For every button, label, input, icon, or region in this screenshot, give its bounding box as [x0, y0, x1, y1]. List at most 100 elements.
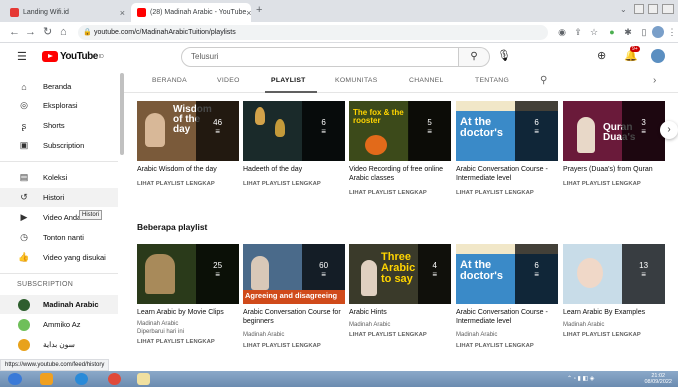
- view-full-playlist-link[interactable]: LIHAT PLAYLIST LENGKAP: [243, 181, 321, 187]
- channel-name[interactable]: Madinah Arabic: [456, 331, 497, 339]
- minimize-button[interactable]: [634, 4, 644, 14]
- channel-name[interactable]: Madinah Arabic: [243, 331, 284, 339]
- playlist-thumbnail[interactable]: Agreeing and disagreeing 60 ≡: [243, 244, 345, 304]
- video-count: 6: [534, 118, 539, 127]
- sidebar-item-subscription[interactable]: ▣ Subscription: [0, 136, 118, 155]
- sidepanel-icon[interactable]: ▯: [638, 26, 650, 38]
- view-full-playlist-link[interactable]: LIHAT PLAYLIST LENGKAP: [563, 181, 641, 187]
- tab-beranda[interactable]: BERANDA: [152, 77, 187, 84]
- sidebar-item-koleksi[interactable]: ▤ Koleksi: [0, 168, 118, 187]
- sidebar-item-beranda[interactable]: ⌂ Beranda: [0, 77, 118, 96]
- start-button-icon[interactable]: [8, 373, 22, 385]
- playlist-count-overlay: 4 ≡: [418, 244, 451, 304]
- bookmark-star-icon[interactable]: ☆: [588, 26, 600, 38]
- playlist-title[interactable]: Arabic Wisdom of the day: [137, 165, 241, 174]
- tab-video[interactable]: VIDEO: [217, 77, 240, 84]
- profile-avatar[interactable]: [652, 26, 664, 38]
- new-tab-button[interactable]: +: [256, 4, 262, 16]
- playlist-title-line2[interactable]: beginners: [243, 317, 349, 326]
- view-full-playlist-link[interactable]: LIHAT PLAYLIST LENGKAP: [563, 332, 641, 338]
- subscription-item-ammiko[interactable]: Ammiko Az: [0, 315, 118, 334]
- playlist-thumbnail[interactable]: Three Arabic to say 4 ≡: [349, 244, 451, 304]
- sidebar-item-tonton-nanti[interactable]: ◷ Tonton nanti: [0, 228, 118, 247]
- subscription-item-madinah-arabic[interactable]: Madinah Arabic: [0, 295, 118, 314]
- playlist-thumbnail[interactable]: The fox & the rooster 5 ≡: [349, 101, 451, 161]
- app-icon[interactable]: [137, 373, 150, 385]
- tab-search-icon[interactable]: ⌄: [620, 5, 627, 14]
- reload-icon[interactable]: ↻: [43, 25, 52, 40]
- file-explorer-icon[interactable]: [40, 373, 53, 385]
- search-input[interactable]: Telusuri: [181, 47, 459, 67]
- google-lens-icon[interactable]: ◉: [556, 26, 568, 38]
- playlist-title-line2[interactable]: Arabic classes: [349, 174, 455, 183]
- forward-arrow-icon[interactable]: →: [25, 25, 36, 40]
- tab-komunitas[interactable]: KOMUNITAS: [335, 77, 378, 84]
- view-full-playlist-link[interactable]: LIHAT PLAYLIST LENGKAP: [456, 343, 534, 349]
- playlist-title[interactable]: Arabic Conversation Course for: [243, 308, 349, 317]
- internet-explorer-icon[interactable]: [75, 373, 88, 385]
- subscription-item-arabic[interactable]: ﺳﻮﻥ ﺑﺪﺍﻳﺔ: [0, 335, 118, 354]
- browser-tab-youtube[interactable]: (28) Madinah Arabic - YouTube ×: [131, 3, 251, 22]
- playlist-thumbnail[interactable]: 6 ≡: [243, 101, 345, 161]
- playlist-thumbnail[interactable]: At the doctor's 6 ≡: [456, 244, 558, 304]
- playlist-title-line2[interactable]: Intermediate level: [456, 174, 562, 183]
- playlist-title[interactable]: Arabic Conversation Course -: [456, 165, 562, 174]
- tab-playlist[interactable]: PLAYLIST: [271, 77, 306, 84]
- child-image: [577, 258, 603, 288]
- channel-name[interactable]: Madinah Arabic: [349, 321, 390, 329]
- playlist-title[interactable]: Prayers (Duaa's) from Quran: [563, 165, 669, 174]
- extension-icon[interactable]: ●: [606, 26, 618, 38]
- channel-name[interactable]: Madinah Arabic: [563, 321, 604, 329]
- sidebar-item-histori[interactable]: ↺ Histori: [0, 188, 118, 207]
- close-tab-icon[interactable]: ×: [246, 8, 251, 18]
- sidebar-item-shorts[interactable]: ʂ Shorts: [0, 116, 118, 135]
- view-full-playlist-link[interactable]: LIHAT PLAYLIST LENGKAP: [349, 332, 427, 338]
- playlist-thumbnail[interactable]: Quran Duaa's 3 ≡: [563, 101, 665, 161]
- maximize-button[interactable]: [648, 4, 658, 14]
- browser-menu-icon[interactable]: ⋮: [666, 26, 678, 38]
- playlist-thumbnail[interactable]: Wisdom of the day 46 ≡: [137, 101, 239, 161]
- youtube-logo[interactable]: YouTube ID: [42, 51, 104, 62]
- close-window-button[interactable]: [662, 4, 674, 14]
- view-full-playlist-link[interactable]: LIHAT PLAYLIST LENGKAP: [243, 343, 321, 349]
- taskbar-clock[interactable]: 21:02 08/09/2022: [644, 373, 672, 385]
- playlist-title[interactable]: Hadeeth of the day: [243, 165, 347, 174]
- back-arrow-icon[interactable]: ←: [9, 25, 20, 40]
- playlist-title-line2[interactable]: Intermediate level: [456, 317, 562, 326]
- hamburger-menu-icon[interactable]: ☰: [17, 50, 27, 63]
- search-button[interactable]: ⚲: [459, 47, 490, 67]
- playlist-title[interactable]: Video Recording of free online: [349, 165, 455, 174]
- sidebar-item-liked-videos[interactable]: 👍 Video yang disukai: [0, 248, 118, 267]
- account-avatar[interactable]: [651, 49, 665, 63]
- playlist-title[interactable]: Arabic Hints: [349, 308, 455, 317]
- view-full-playlist-link[interactable]: LIHAT PLAYLIST LENGKAP: [349, 190, 427, 196]
- address-bar[interactable]: 🔒 youtube.com/c/MadinahArabicTuition/pla…: [78, 25, 548, 40]
- view-full-playlist-link[interactable]: LIHAT PLAYLIST LENGKAP: [137, 181, 215, 187]
- playlist-title[interactable]: Learn Arabic By Examples: [563, 308, 669, 317]
- close-tab-icon[interactable]: ×: [120, 8, 125, 18]
- playlist-thumbnail[interactable]: At the doctor's 6 ≡: [456, 101, 558, 161]
- channel-search-icon[interactable]: ⚲: [540, 75, 547, 86]
- channel-name[interactable]: Madinah Arabic: [137, 320, 178, 328]
- tabs-scroll-right-icon[interactable]: ›: [653, 75, 656, 86]
- playlist-title[interactable]: Learn Arabic by Movie Clips: [137, 308, 241, 317]
- microphone-icon[interactable]: 🎙: [497, 49, 511, 62]
- system-tray-icons[interactable]: ⌃ ▫ ▮ ◧ ◈: [567, 375, 594, 382]
- home-icon[interactable]: ⌂: [60, 25, 67, 40]
- carousel-next-button[interactable]: ›: [660, 121, 678, 139]
- browser-tab-wifi[interactable]: Landing Wifi.id ×: [4, 3, 131, 22]
- tab-tentang[interactable]: TENTANG: [475, 77, 509, 84]
- puzzle-extension-icon[interactable]: ✱: [622, 26, 634, 38]
- playlist-title[interactable]: Arabic Conversation Course -: [456, 308, 562, 317]
- channel-avatar: [18, 298, 30, 311]
- view-full-playlist-link[interactable]: LIHAT PLAYLIST LENGKAP: [137, 339, 215, 345]
- create-video-icon[interactable]: ⊕: [597, 49, 606, 62]
- sidebar-item-eksplorasi[interactable]: ◎ Eksplorasi: [0, 96, 118, 115]
- presenter-image: [361, 260, 377, 296]
- view-full-playlist-link[interactable]: LIHAT PLAYLIST LENGKAP: [456, 190, 534, 196]
- chrome-icon[interactable]: [108, 373, 121, 385]
- tab-channel[interactable]: CHANNEL: [409, 77, 444, 84]
- playlist-thumbnail[interactable]: 13 ≡: [563, 244, 665, 304]
- playlist-thumbnail[interactable]: 25 ≡: [137, 244, 239, 304]
- share-icon[interactable]: ⇪: [572, 26, 584, 38]
